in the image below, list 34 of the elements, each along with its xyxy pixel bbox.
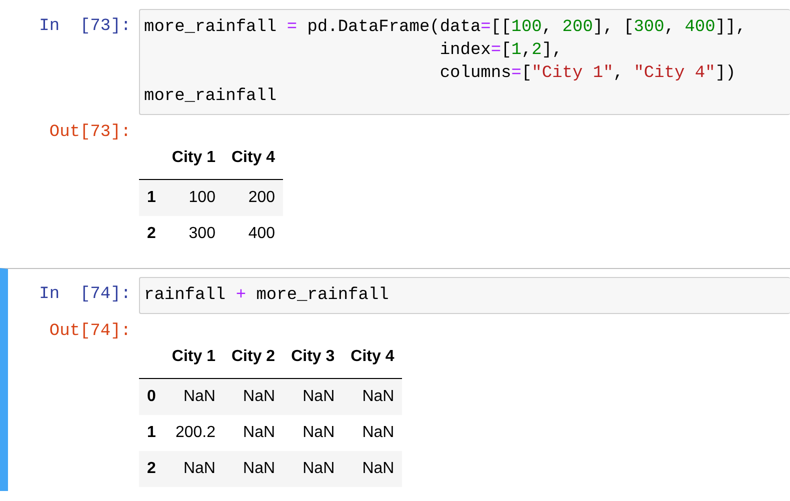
table-cell: NaN xyxy=(283,451,343,487)
table-cell: 300 xyxy=(164,216,224,252)
table-cell: NaN xyxy=(283,415,343,451)
table-cell: 400 xyxy=(223,216,284,252)
row-index: 2 xyxy=(139,216,164,252)
table-cell: NaN xyxy=(164,378,224,415)
table-cell: NaN xyxy=(164,451,224,487)
code-line: more_rainfall = pd.DataFrame(data=[[100, 200], [300, 400]], xyxy=(144,17,747,39)
selected-cell[interactable]: In [74]: rainfall + more_rainfall Out[74]: City 1 City 2 City 3 City 4 0 NaN NaN NaN NaN 1 200.2 NaN NaN NaN 2 NaN NaN NaN NaN xyxy=(0,268,790,491)
input-prompt: In [73]: xyxy=(38,16,132,38)
code-editor[interactable]: rainfall + more_rainfall xyxy=(139,277,790,314)
input-prompt: In [74]: xyxy=(38,284,132,306)
output-prompt: Out[73]: xyxy=(48,122,132,144)
table-cell: NaN xyxy=(283,378,343,415)
table-cell: NaN xyxy=(223,451,284,487)
row-index: 1 xyxy=(139,415,164,451)
output-prompt: Out[74]: xyxy=(48,321,132,343)
table-cell: NaN xyxy=(223,378,284,415)
code-line: columns=["City 1", "City 4"]) xyxy=(438,63,737,85)
table-cell: 100 xyxy=(164,180,224,216)
code-line: index=[1,2], xyxy=(438,40,564,62)
code-line: more_rainfall xyxy=(144,86,278,108)
table-cell: NaN xyxy=(342,451,402,487)
code-editor[interactable]: more_rainfall = pd.DataFrame(data=[[100, 200], [300, 400]], index=[1,2], columns=["City 1", "City 4"]) more_rainfall xyxy=(139,9,790,115)
notebook-cell[interactable]: In [73]: more_rainfall = pd.DataFrame(data=[[100, 200], [300, 400]], index=[1,2], columns=["City 1", "City 4"]) more_rainfall Out[73]: City 1 City 4 1 100 200 2 300 400 xyxy=(0,0,790,256)
row-index: 1 xyxy=(139,180,164,216)
row-index: 2 xyxy=(139,451,164,487)
row-index: 0 xyxy=(139,378,164,415)
code-line: rainfall + more_rainfall xyxy=(144,285,390,307)
table-cell: NaN xyxy=(223,415,284,451)
table-cell: NaN xyxy=(342,378,402,415)
table-cell: 200 xyxy=(223,180,284,216)
table-cell: 200.2 xyxy=(164,415,224,451)
table-cell: NaN xyxy=(342,415,402,451)
